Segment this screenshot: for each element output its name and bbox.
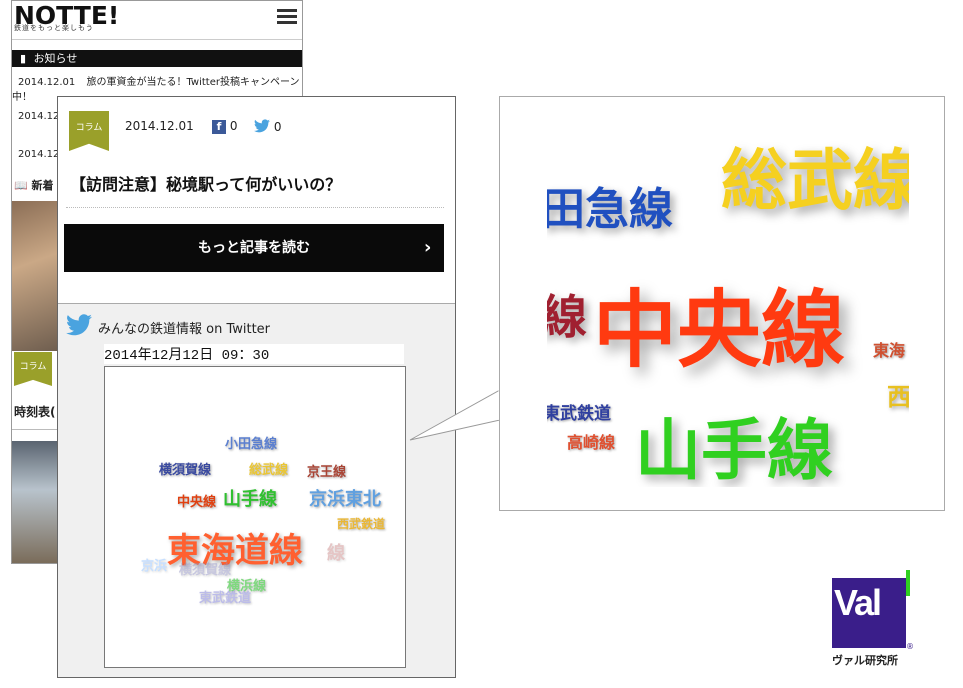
val-logo-text: Val — [834, 582, 882, 623]
cloud-word[interactable]: 高崎線 — [567, 429, 615, 453]
word-cloud-zoom: 総武線田急線線中央線東海西東武鉄道高崎線山手線 — [499, 96, 945, 511]
cloud-word[interactable]: 田急線 — [547, 173, 673, 237]
val-logo-accent — [906, 570, 910, 596]
cloud-word[interactable]: 中央線 — [593, 263, 845, 384]
val-logo-mark: Val — [832, 570, 910, 648]
cloud-word[interactable]: 東海 — [873, 337, 905, 361]
cloud-word[interactable]: 線 — [547, 281, 587, 347]
val-laboratory-logo: Val ® ヴァル研究所 — [832, 566, 914, 667]
cloud-word[interactable]: 総武線 — [721, 137, 909, 223]
cloud-word[interactable]: 東武鉄道 — [547, 399, 611, 424]
registered-icon: ® — [906, 642, 914, 651]
cloud-word[interactable]: 山手線 — [635, 397, 833, 487]
cloud-word[interactable]: 西 — [887, 377, 909, 412]
val-brand-name: ヴァル研究所 — [832, 654, 898, 667]
zoom-cloud: 総武線田急線線中央線東海西東武鉄道高崎線山手線 — [547, 137, 909, 487]
